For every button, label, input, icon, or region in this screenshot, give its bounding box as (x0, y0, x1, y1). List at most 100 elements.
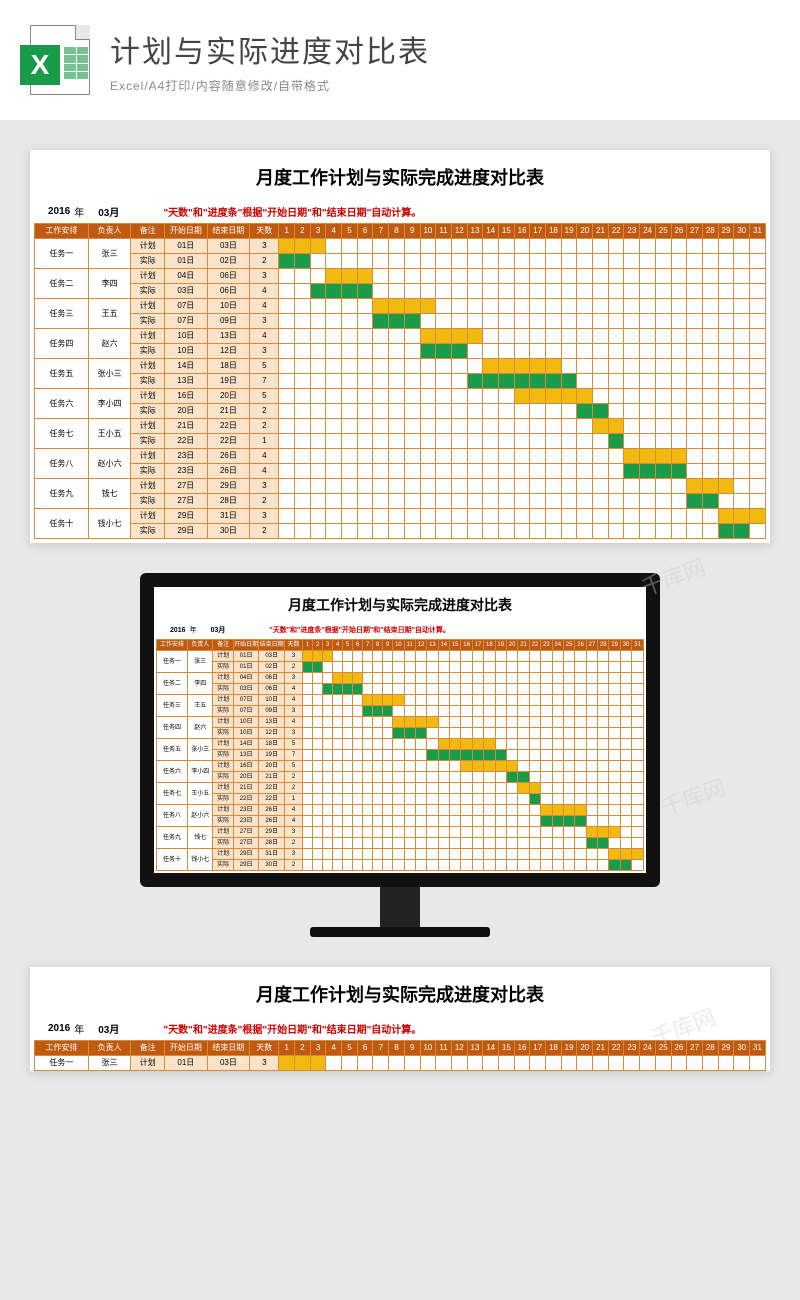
gantt-cell (310, 359, 326, 374)
year-label: 年 (74, 1021, 84, 1036)
gantt-cell (404, 695, 415, 706)
plan-end: 20日 (207, 389, 250, 404)
gantt-cell (563, 728, 574, 739)
gantt-cell (343, 750, 353, 761)
gantt-cell (541, 816, 552, 827)
gantt-cell (373, 284, 389, 299)
gantt-cell (323, 849, 333, 860)
year-value: 2016 (48, 1023, 70, 1034)
gantt-cell (561, 359, 577, 374)
gantt-cell (495, 838, 506, 849)
col-start: 开始日期 (165, 1041, 208, 1056)
gantt-cell (373, 374, 389, 389)
gantt-cell (303, 706, 313, 717)
gantt-cell (323, 739, 333, 750)
col-day-1: 1 (303, 640, 313, 651)
gantt-cell (450, 772, 461, 783)
col-day-2: 2 (295, 224, 311, 239)
actual-end: 22日 (259, 794, 285, 805)
gantt-cell (383, 750, 393, 761)
gantt-cell (546, 389, 562, 404)
row-type-plan: 计划 (213, 805, 234, 816)
gantt-cell (450, 695, 461, 706)
month-value: 03月 (211, 625, 226, 635)
gantt-cell (552, 838, 563, 849)
gantt-cell (436, 434, 452, 449)
gantt-cell (702, 254, 718, 269)
gantt-cell (624, 524, 640, 539)
gantt-cell (393, 805, 404, 816)
gantt-cell (546, 449, 562, 464)
gantt-cell (373, 673, 383, 684)
gantt-cell (598, 838, 609, 849)
gantt-cell (518, 695, 529, 706)
gantt-cell (640, 344, 656, 359)
col-day-12: 12 (451, 224, 467, 239)
gantt-cell (404, 684, 415, 695)
gantt-cell (718, 389, 734, 404)
gantt-cell (415, 827, 426, 838)
gantt-cell (404, 494, 420, 509)
gantt-cell (640, 329, 656, 344)
gantt-cell (702, 524, 718, 539)
gantt-cell (608, 374, 624, 389)
gantt-cell (541, 783, 552, 794)
gantt-cell (472, 794, 483, 805)
col-day-29: 29 (718, 224, 734, 239)
gantt-cell (373, 772, 383, 783)
gantt-cell (415, 794, 426, 805)
gantt-cell (310, 314, 326, 329)
gantt-cell (483, 374, 499, 389)
gantt-cell (518, 651, 529, 662)
gantt-cell (484, 816, 495, 827)
sheet-monitor: 月度工作计划与实际完成进度对比表 2016 年 03月 "天数"和"进度条"根据… (156, 589, 644, 871)
col-day-19: 19 (495, 640, 506, 651)
gantt-cell (529, 728, 540, 739)
gantt-cell (363, 805, 373, 816)
gantt-cell (313, 805, 323, 816)
gantt-cell (620, 739, 631, 750)
col-day-30: 30 (620, 640, 631, 651)
gantt-cell (303, 695, 313, 706)
gantt-cell (529, 849, 540, 860)
col-day-28: 28 (702, 1041, 718, 1056)
gantt-cell (363, 717, 373, 728)
gantt-cell (608, 419, 624, 434)
row-type-plan: 计划 (131, 419, 165, 434)
table-row: 任务一张三计划01日03日3 (35, 1056, 766, 1071)
gantt-cell (404, 329, 420, 344)
gantt-cell (671, 239, 687, 254)
actual-end: 30日 (207, 524, 250, 539)
col-end: 结束日期 (207, 1041, 250, 1056)
gantt-cell (529, 838, 540, 849)
excel-icon: X (20, 25, 90, 95)
gantt-cell (427, 816, 438, 827)
gantt-cell (546, 464, 562, 479)
gantt-cell (530, 374, 546, 389)
gantt-cell (640, 464, 656, 479)
gantt-cell (383, 739, 393, 750)
gantt-cell (498, 494, 514, 509)
col-day-19: 19 (561, 224, 577, 239)
plan-end: 03日 (259, 651, 285, 662)
gantt-cell (563, 651, 574, 662)
gantt-cell (593, 344, 609, 359)
gantt-cell (333, 827, 343, 838)
gantt-cell (420, 359, 436, 374)
gantt-cell (749, 254, 765, 269)
gantt-cell (518, 662, 529, 673)
gantt-cell (495, 772, 506, 783)
gantt-cell (393, 761, 404, 772)
gantt-cell (420, 269, 436, 284)
gantt-cell (353, 794, 363, 805)
actual-end: 21日 (259, 772, 285, 783)
gantt-cell (323, 794, 333, 805)
row-type-plan: 计划 (131, 449, 165, 464)
gantt-cell (624, 359, 640, 374)
gantt-cell (563, 706, 574, 717)
gantt-cell (373, 509, 389, 524)
sheet-title: 月度工作计划与实际完成进度对比表 (34, 971, 766, 1017)
gantt-cell (420, 284, 436, 299)
gantt-cell (326, 239, 342, 254)
col-day-11: 11 (436, 224, 452, 239)
